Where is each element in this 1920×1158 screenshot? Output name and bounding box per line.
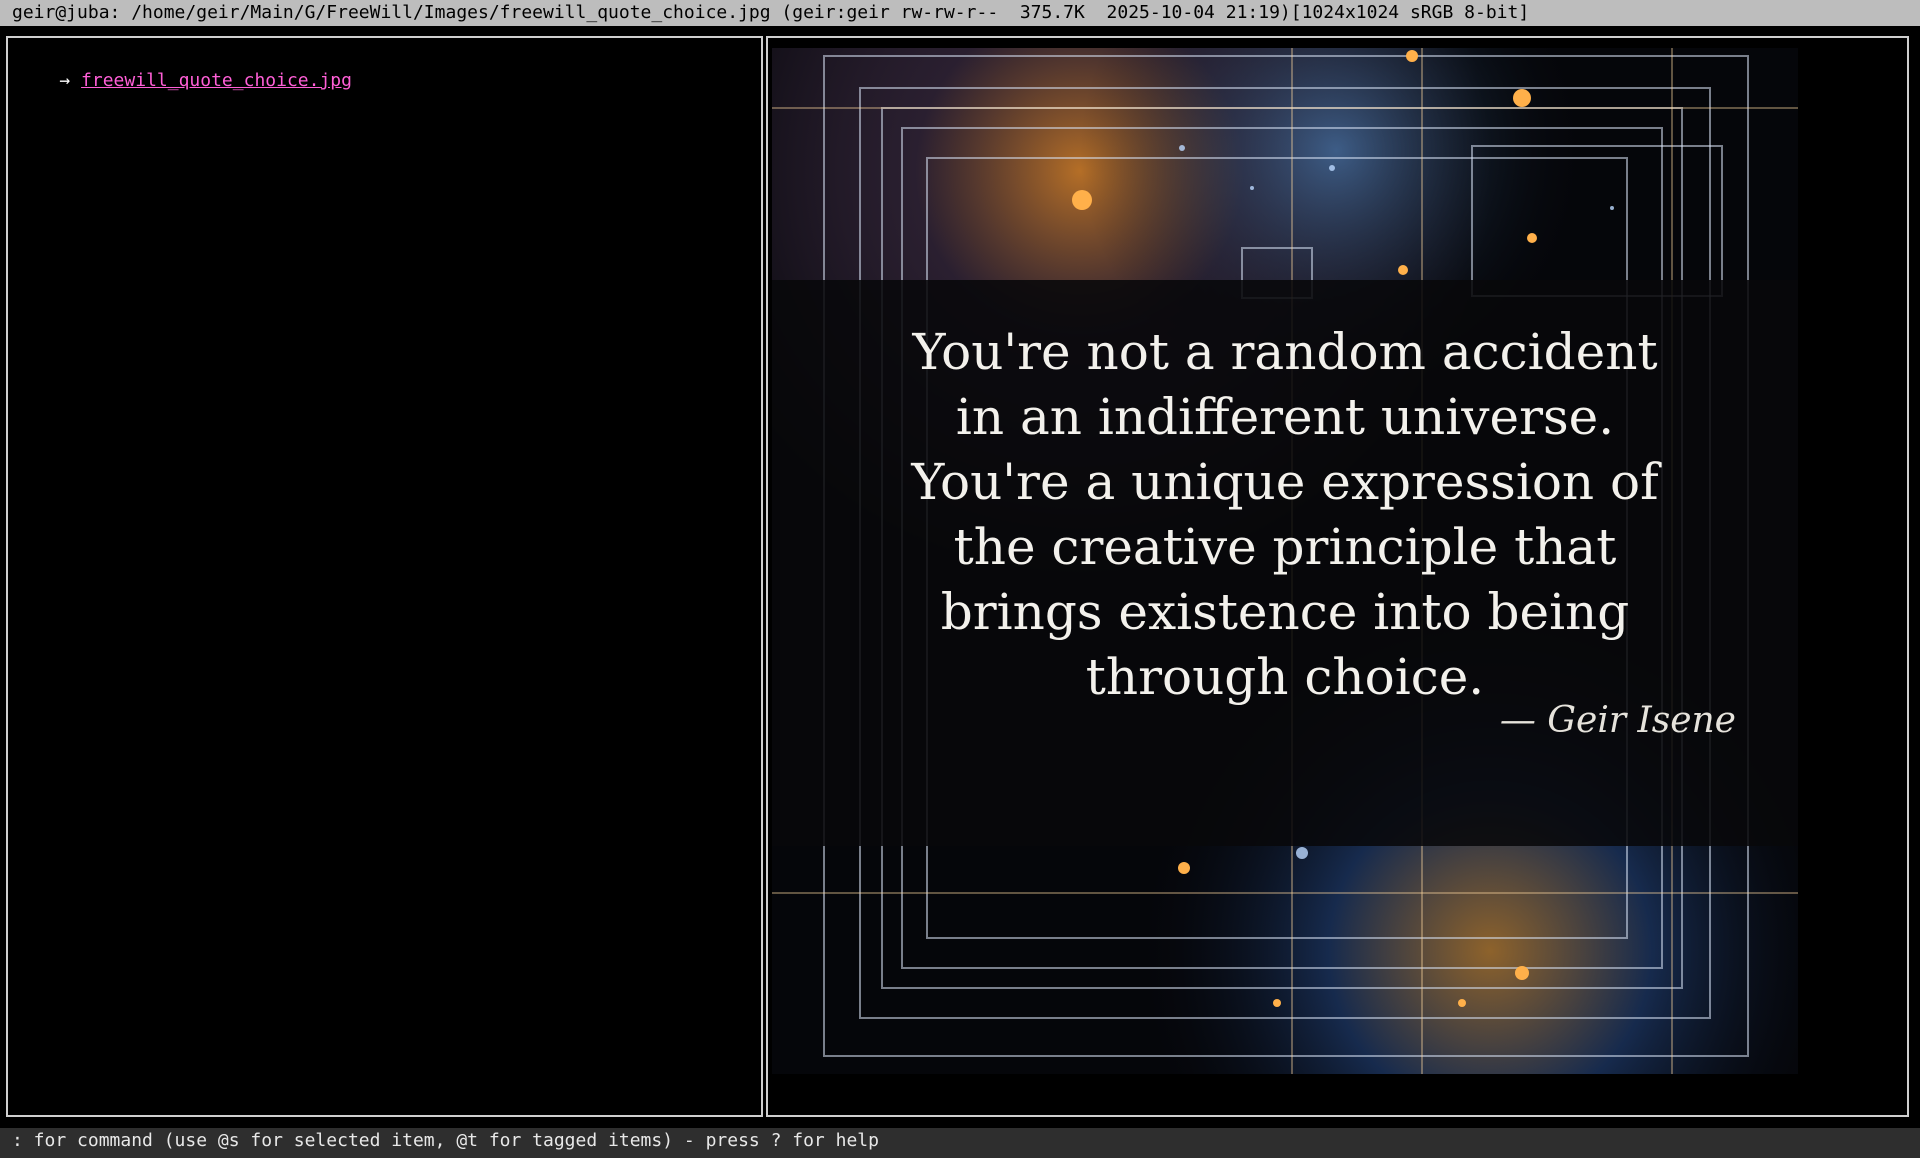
file-list-item[interactable]: → freewill_quote_choice.jpg	[16, 48, 352, 114]
quote-text: You're not a random accident in an indif…	[772, 320, 1798, 710]
title-bar: geir@juba: /home/geir/Main/G/FreeWill/Im…	[0, 0, 1920, 26]
preview-pane: You're not a random accident in an indif…	[766, 36, 1909, 1117]
quote-line: the creative principle that	[953, 518, 1617, 576]
quote-line: in an indifferent universe.	[955, 388, 1615, 446]
quote-panel: You're not a random accident in an indif…	[772, 280, 1798, 846]
quote-line: You're not a random accident	[912, 323, 1658, 381]
quote-attribution: — Geir Isene	[1499, 700, 1736, 741]
quote-line: You're a unique expression of	[911, 453, 1659, 511]
selection-arrow-icon: →	[59, 70, 82, 91]
file-list-pane[interactable]: → freewill_quote_choice.jpg	[6, 36, 763, 1117]
file-name-link[interactable]: freewill_quote_choice.jpg	[81, 70, 352, 91]
quote-line: brings existence into being	[940, 583, 1630, 641]
status-bar: : for command (use @s for selected item,…	[0, 1128, 1920, 1158]
